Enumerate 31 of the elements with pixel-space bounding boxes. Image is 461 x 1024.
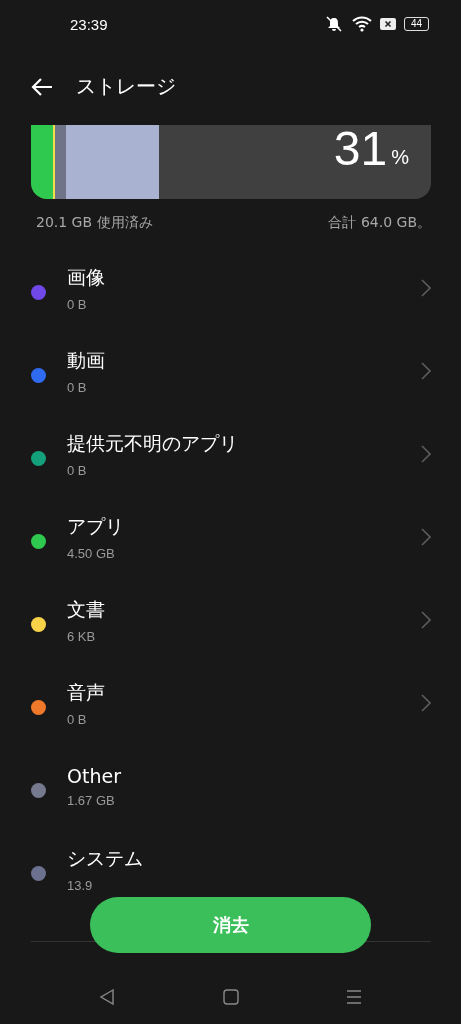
used-storage: 20.1 GB 使用済み — [36, 214, 153, 232]
category-size: 13.9 — [67, 878, 94, 893]
wifi-icon — [351, 16, 372, 32]
category-name: 画像 — [67, 265, 106, 290]
back-nav-icon[interactable] — [98, 988, 116, 1006]
category-name: システム — [67, 846, 144, 871]
category-size: 0 B — [67, 297, 88, 312]
category-size: 6 KB — [67, 629, 97, 644]
category-name: Other — [67, 765, 122, 787]
page-title: ストレージ — [76, 73, 176, 100]
menu-nav-icon[interactable] — [345, 988, 363, 1006]
back-arrow-icon[interactable] — [30, 76, 54, 97]
category-size: 0 B — [67, 712, 88, 727]
sim-blocked-icon — [379, 18, 396, 30]
category-name: 文書 — [67, 597, 106, 622]
category-name: アプリ — [67, 514, 125, 539]
category-name: 提供元不明のアプリ — [67, 431, 239, 456]
status-time: 23:39 — [70, 15, 108, 33]
category-size: 1.67 GB — [67, 793, 116, 808]
percent-sign: % — [391, 146, 409, 169]
battery-level: 44 — [403, 17, 429, 31]
category-size: 4.50 GB — [67, 546, 116, 561]
total-storage: 合計 64.0 GB。 — [328, 214, 431, 232]
clear-button[interactable]: 消去 — [90, 897, 371, 953]
category-size: 0 B — [67, 463, 88, 478]
muted-bell-icon — [323, 16, 344, 32]
category-name: 音声 — [67, 680, 106, 705]
home-nav-icon[interactable] — [221, 988, 240, 1006]
category-size: 0 B — [67, 380, 88, 395]
category-name: 動画 — [67, 348, 106, 373]
usage-percent: 31 — [333, 125, 388, 177]
